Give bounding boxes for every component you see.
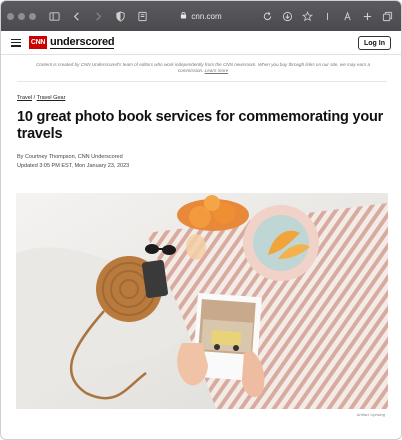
zoom-window-button[interactable]: [29, 12, 36, 20]
orange-fruit: [204, 195, 220, 211]
divider: [17, 81, 387, 82]
site-header: CNN underscored Log In: [1, 31, 401, 55]
learn-more-link[interactable]: Learn more: [205, 68, 229, 73]
sidebar-icon[interactable]: [46, 8, 62, 24]
underscored-logo[interactable]: underscored: [50, 36, 115, 49]
breadcrumb-separator: /: [33, 95, 36, 101]
address-bar[interactable]: cnn.com: [141, 9, 261, 23]
tabs-icon[interactable]: [379, 8, 395, 24]
browser-window: cnn.com CNN underscored Log In Content i…: [0, 0, 402, 440]
breadcrumb-travel[interactable]: Travel: [17, 95, 32, 101]
forward-icon[interactable]: [90, 8, 106, 24]
lock-icon: [180, 11, 187, 21]
menu-icon[interactable]: [11, 38, 21, 47]
disclaimer-text: Content is created by CNN Underscored's …: [35, 62, 371, 73]
bookmark-star-icon[interactable]: [299, 8, 315, 24]
affiliate-disclaimer: Content is created by CNN Underscored's …: [23, 62, 383, 74]
article-updated-time: Updated 3:05 PM EST, Mon January 23, 202…: [17, 163, 130, 169]
cnn-logo[interactable]: CNN: [29, 36, 47, 49]
back-icon[interactable]: [68, 8, 84, 24]
url-text: cnn.com: [191, 11, 222, 21]
shield-icon[interactable]: [112, 8, 128, 24]
article-byline: By Courtney Thompson, CNN Underscored: [17, 154, 123, 160]
reload-icon[interactable]: [259, 8, 275, 24]
download-icon[interactable]: [279, 8, 295, 24]
close-window-button[interactable]: [7, 12, 14, 20]
hero-illustration: [16, 193, 388, 409]
hero-image: [16, 193, 388, 409]
font-icon[interactable]: [339, 8, 355, 24]
text-size-icon[interactable]: [319, 8, 335, 24]
breadcrumb: Travel / Travel Gear: [17, 95, 65, 101]
login-button[interactable]: Log In: [358, 36, 391, 50]
minimize-window-button[interactable]: [18, 12, 25, 20]
browser-toolbar: cnn.com: [1, 1, 401, 31]
window-controls: [7, 12, 36, 20]
image-credit: Artifact Uprising: [356, 412, 385, 417]
breadcrumb-travel-gear[interactable]: Travel Gear: [37, 95, 66, 101]
article-title: 10 great photo book services for commemo…: [17, 109, 384, 142]
new-tab-icon[interactable]: [359, 8, 375, 24]
drink-glass: [186, 234, 206, 260]
toolbar-actions: [259, 8, 395, 24]
